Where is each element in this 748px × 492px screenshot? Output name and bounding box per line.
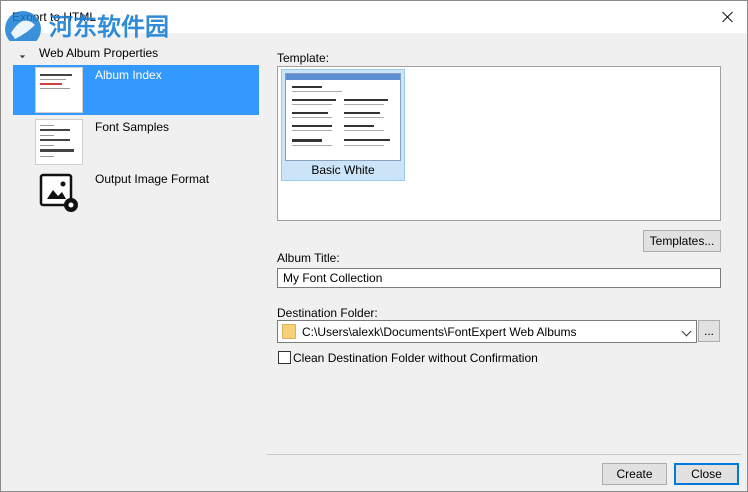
tree-item-label: Font Samples <box>95 120 170 134</box>
clean-folder-label[interactable]: Clean Destination Folder without Confirm… <box>293 351 538 365</box>
destination-folder-combo[interactable]: C:\Users\alexk\Documents\FontExpert Web … <box>277 320 697 343</box>
templates-button[interactable]: Templates... <box>643 230 721 252</box>
template-label: Template: <box>277 51 330 65</box>
footer-divider <box>267 454 741 455</box>
image-settings-icon <box>39 173 78 212</box>
close-button[interactable]: Close <box>674 463 739 485</box>
title-bar: Export to HTML <box>1 1 747 33</box>
tree-item-label: Album Index <box>95 68 162 82</box>
create-button[interactable]: Create <box>602 463 667 485</box>
export-dialog: Export to HTML 河东软件园 www.pc0359.cn Web A… <box>0 0 748 492</box>
chevron-down-icon[interactable] <box>681 326 692 337</box>
template-list[interactable]: Basic White <box>277 66 721 221</box>
tree-item-output-image-format[interactable]: Output Image Format <box>13 169 259 219</box>
album-index-form: Template: Basic White Templates... Album… <box>267 41 741 455</box>
browse-button[interactable]: ... <box>698 320 720 342</box>
clean-folder-checkbox[interactable] <box>278 351 291 364</box>
tree-item-album-index[interactable]: Album Index <box>13 65 259 115</box>
expand-arrow-icon[interactable] <box>16 49 26 59</box>
tree-item-font-samples[interactable]: Font Samples <box>13 117 259 167</box>
album-title-label: Album Title: <box>277 251 340 265</box>
close-icon[interactable] <box>717 7 739 27</box>
tree-root[interactable]: Web Album Properties <box>16 44 159 62</box>
destination-folder-label: Destination Folder: <box>277 306 378 320</box>
properties-tree: Web Album Properties Album Index Font Sa… <box>9 41 261 455</box>
tree-item-label: Output Image Format <box>95 172 210 186</box>
album-index-thumbnail-icon <box>35 67 83 113</box>
tree-root-label: Web Album Properties <box>39 46 159 60</box>
template-item-basic-white[interactable]: Basic White <box>281 69 405 181</box>
album-title-input[interactable]: My Font Collection <box>277 268 721 288</box>
font-samples-thumbnail-icon <box>35 119 83 165</box>
folder-icon <box>282 324 296 339</box>
template-name: Basic White <box>311 163 375 177</box>
template-preview-image <box>285 73 401 161</box>
window-title: Export to HTML <box>12 10 97 24</box>
destination-folder-value: C:\Users\alexk\Documents\FontExpert Web … <box>302 325 577 339</box>
